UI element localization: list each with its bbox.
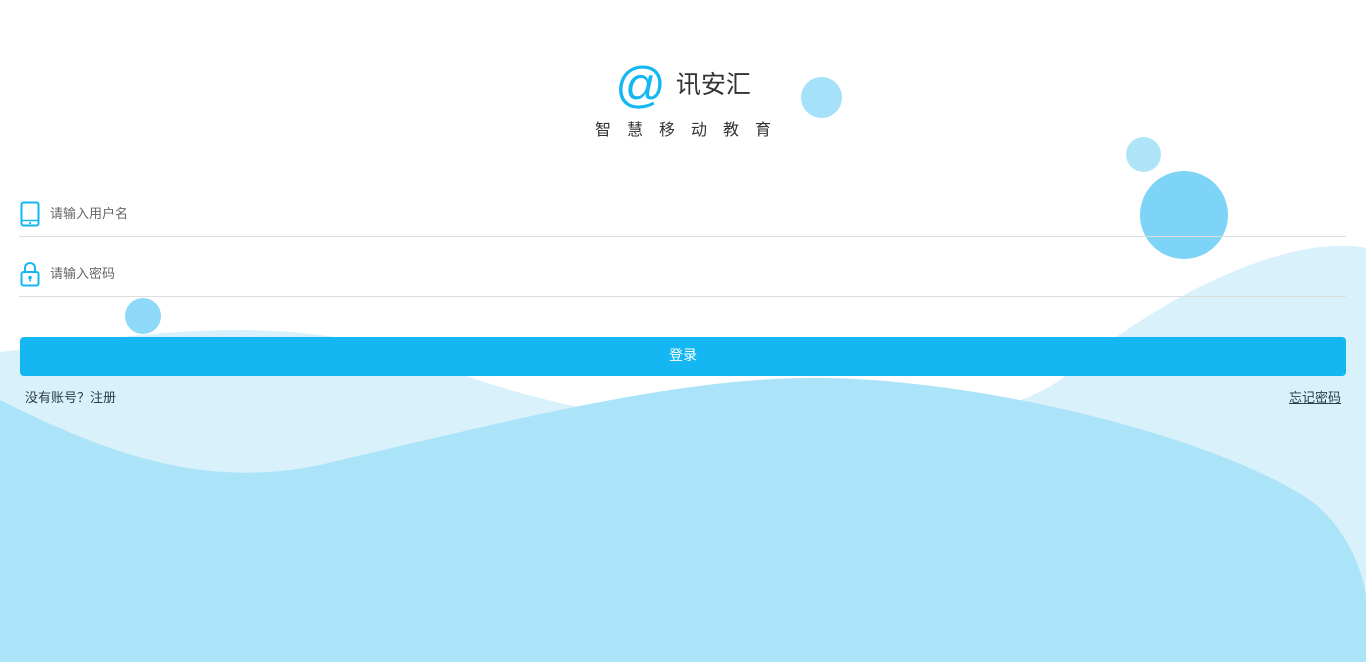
decorative-bubble	[1126, 137, 1161, 172]
forgot-password-link[interactable]: 忘记密码	[1289, 387, 1341, 406]
at-sign-logo-icon: @	[615, 57, 666, 113]
app-name: 讯安汇	[675, 70, 751, 99]
tablet-icon	[19, 201, 41, 227]
register-link[interactable]: 没有账号？注册	[25, 387, 116, 406]
logo: @ 讯安汇 智慧移动教育	[0, 58, 1366, 140]
slogan: 智慧移动教育	[594, 120, 787, 139]
username-field	[19, 192, 1346, 237]
logo-row: @ 讯安汇	[615, 58, 751, 112]
login-page: @ 讯安汇 智慧移动教育 登录 没有账号？注册 忘记密码	[0, 0, 1366, 662]
username-input[interactable]	[50, 206, 650, 222]
decorative-bubble	[125, 298, 161, 334]
password-field	[19, 252, 1346, 297]
password-input[interactable]	[50, 266, 650, 282]
login-button[interactable]: 登录	[20, 337, 1346, 376]
lock-icon	[19, 261, 41, 287]
